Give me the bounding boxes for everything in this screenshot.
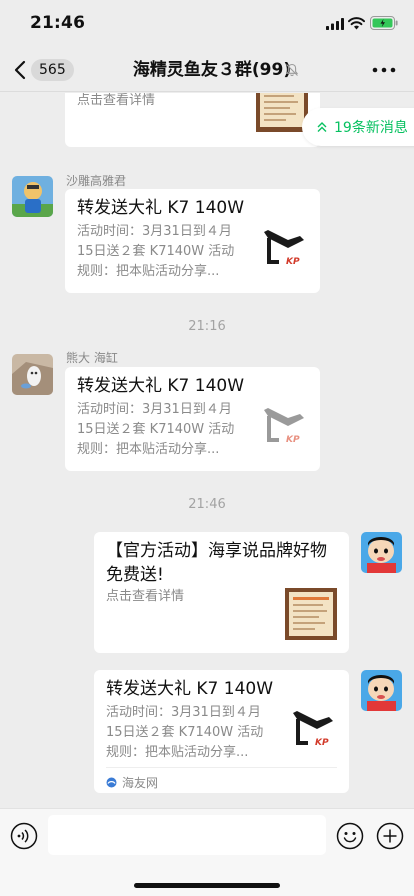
emoji-icon[interactable] xyxy=(336,822,364,850)
chat-title: 海精灵鱼友３群(99) xyxy=(132,60,292,80)
card-description: 点击查看详情 xyxy=(106,589,185,604)
card-thumbnail: KP xyxy=(287,707,339,751)
chat-message-list[interactable]: 点击查看详情 19条新消息 沙雕高雅君 转发送大礼 K7 140W 活动时间：3… xyxy=(0,93,414,808)
wifi-icon xyxy=(348,17,365,30)
new-messages-button[interactable]: 19条新消息 xyxy=(302,108,414,146)
card-thumbnail: KP xyxy=(258,226,310,270)
svg-text:KP: KP xyxy=(315,738,329,748)
double-chevron-up-icon xyxy=(317,122,327,132)
card-title: 转发送大礼 K7 140W xyxy=(77,198,245,218)
avatar[interactable] xyxy=(12,354,53,395)
message-card-self[interactable]: 转发送大礼 K7 140W 活动时间：3月31日到４月 15日送２套 K7140… xyxy=(94,670,349,793)
message-card[interactable]: 转发送大礼 K7 140W 活动时间：3月31日到４月 15日送２套 K7140… xyxy=(65,367,320,471)
card-title: 转发送大礼 K7 140W xyxy=(106,679,274,699)
message-card-partial[interactable]: 点击查看详情 xyxy=(65,93,320,147)
card-thumbnail xyxy=(256,93,308,132)
sender-name: 熊大 海缸 xyxy=(66,351,118,365)
card-description: 活动时间：3月31日到４月 15日送２套 K7140W 活动 规则：把本贴活动分… xyxy=(77,402,235,457)
message-card[interactable]: 转发送大礼 K7 140W 活动时间：3月31日到４月 15日送２套 K7140… xyxy=(65,189,320,293)
voice-input-icon[interactable] xyxy=(10,822,38,850)
avatar[interactable] xyxy=(361,670,402,711)
card-title: 【官方活动】海享说品牌好物 免费送! xyxy=(106,541,327,585)
card-description: 点击查看详情 xyxy=(77,93,156,108)
message-card-self[interactable]: 【官方活动】海享说品牌好物 免费送! 点击查看详情 xyxy=(94,532,349,653)
status-bar: 21:46 xyxy=(0,0,414,48)
card-divider xyxy=(106,767,337,768)
battery-icon xyxy=(370,16,398,30)
unread-count-badge[interactable]: 565 xyxy=(31,59,74,81)
card-thumbnail xyxy=(285,588,337,640)
sender-name: 沙雕高雅君 xyxy=(66,174,127,188)
signal-icon xyxy=(326,18,344,30)
input-bar xyxy=(0,808,414,896)
card-description: 活动时间：3月31日到４月 15日送２套 K7140W 活动 规则：把本贴活动分… xyxy=(77,224,235,279)
card-description: 活动时间：3月31日到４月 15日送２套 K7140W 活动 规则：把本贴活动分… xyxy=(106,705,264,760)
source-name: 海友网 xyxy=(122,776,159,790)
home-indicator xyxy=(134,883,280,888)
message-input[interactable] xyxy=(48,815,326,855)
svg-text:KP: KP xyxy=(286,257,300,267)
chat-header: 565 海精灵鱼友３群(99) xyxy=(0,48,414,92)
back-icon[interactable] xyxy=(14,60,26,80)
message-timestamp: 21:46 xyxy=(188,497,226,512)
card-title: 转发送大礼 K7 140W xyxy=(77,376,245,396)
status-time: 21:46 xyxy=(30,13,86,33)
source-logo-icon xyxy=(106,777,117,788)
avatar[interactable] xyxy=(361,532,402,573)
new-messages-label: 19条新消息 xyxy=(334,120,408,136)
mute-icon xyxy=(285,63,299,77)
card-thumbnail: KP xyxy=(258,404,310,448)
plus-icon[interactable] xyxy=(376,822,404,850)
message-timestamp: 21:16 xyxy=(188,319,226,334)
more-icon[interactable] xyxy=(372,67,396,73)
svg-text:KP: KP xyxy=(286,435,300,445)
card-source: 海友网 xyxy=(106,774,158,791)
avatar[interactable] xyxy=(12,176,53,217)
